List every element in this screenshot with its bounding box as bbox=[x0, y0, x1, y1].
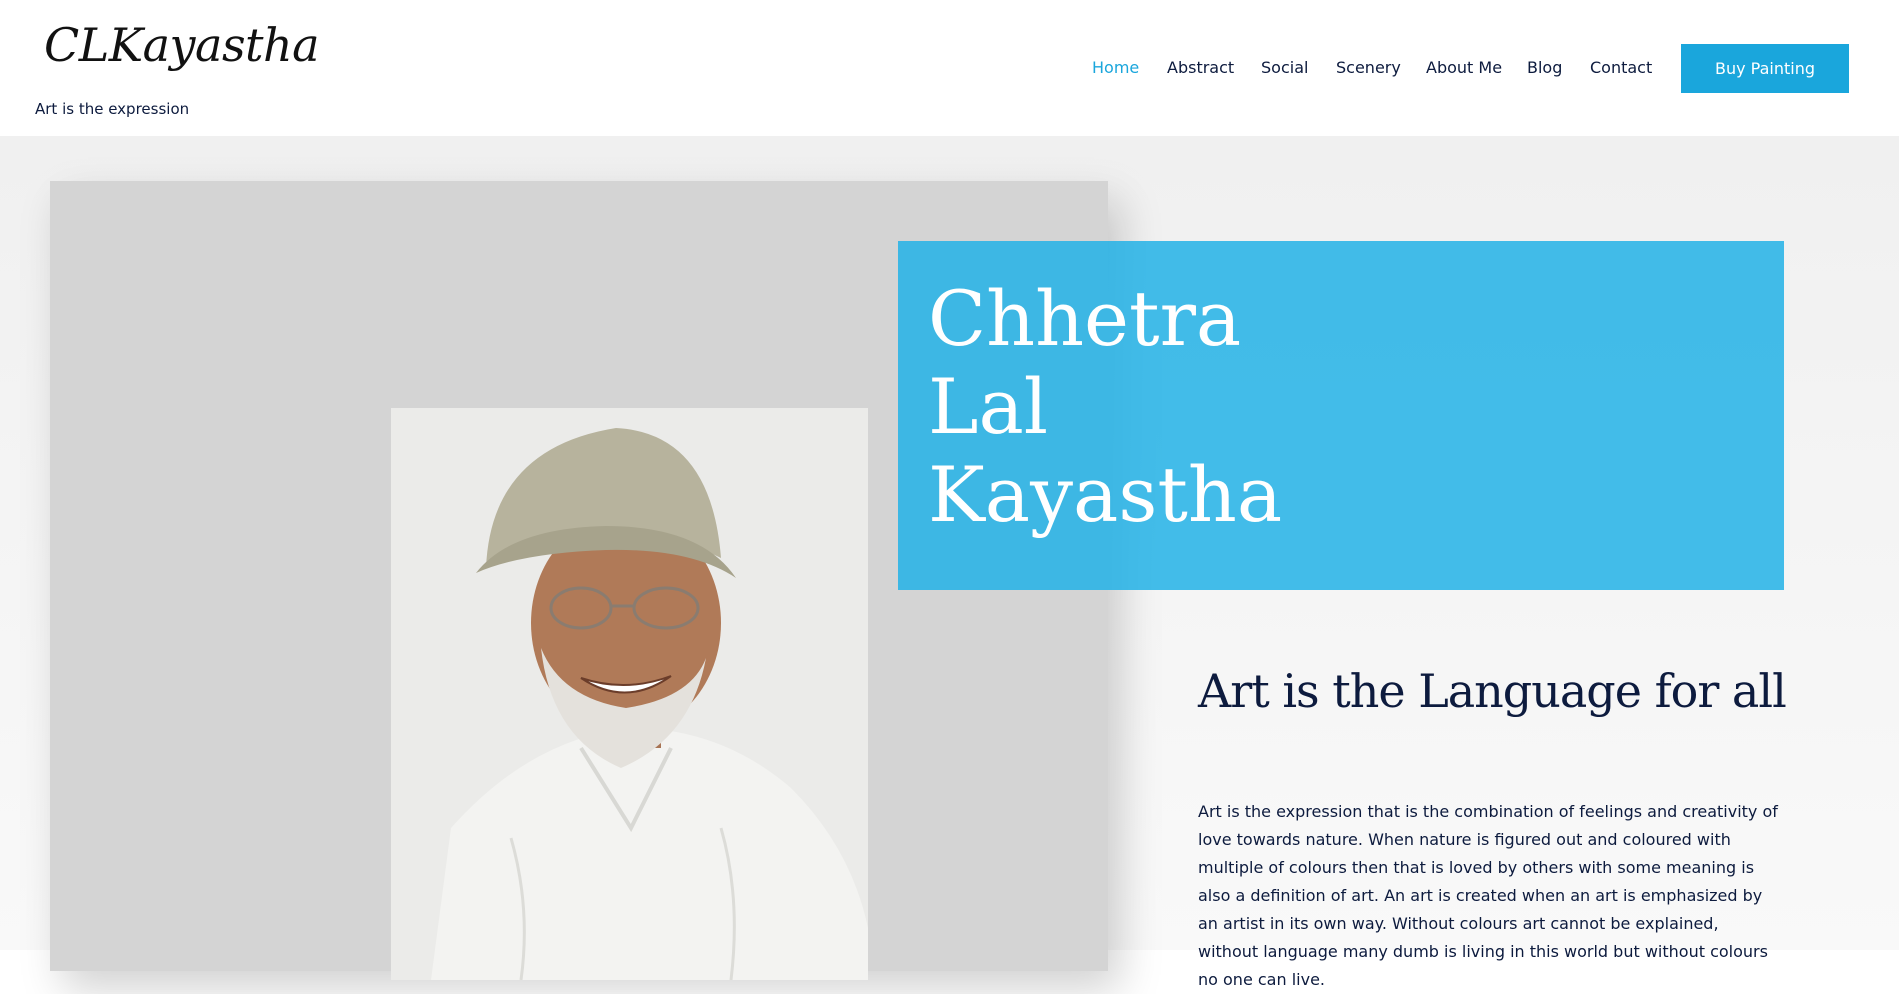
nav-item-home[interactable]: Home bbox=[1092, 58, 1139, 77]
nav-item-contact[interactable]: Contact bbox=[1590, 58, 1652, 77]
site-tagline: Art is the expression bbox=[35, 100, 190, 118]
site-logo[interactable]: CLKayastha bbox=[44, 18, 320, 72]
nav-item-social[interactable]: Social bbox=[1261, 58, 1308, 77]
artist-first-name: Chhetra bbox=[928, 274, 1242, 363]
nav-item-abstract[interactable]: Abstract bbox=[1167, 58, 1234, 77]
buy-painting-button[interactable]: Buy Painting bbox=[1681, 44, 1849, 93]
nav-item-about-me[interactable]: About Me bbox=[1426, 58, 1502, 77]
nav-item-scenery[interactable]: Scenery bbox=[1336, 58, 1401, 77]
hero-headline: Art is the Language for all bbox=[1198, 664, 1787, 718]
artist-name-banner: Chhetra Lal Kayastha bbox=[898, 241, 1784, 590]
hero-paragraph: Art is the expression that is the combin… bbox=[1198, 802, 1778, 989]
nav-item-blog[interactable]: Blog bbox=[1527, 58, 1562, 77]
artist-middle-name: Lal bbox=[928, 362, 1049, 451]
hero-section: Chhetra Lal Kayastha Art is the Language… bbox=[0, 136, 1899, 989]
site-header: CLKayastha Art is the expression Home Ab… bbox=[0, 0, 1899, 136]
artist-last-name: Kayastha bbox=[928, 450, 1283, 539]
artist-portrait bbox=[391, 408, 868, 980]
